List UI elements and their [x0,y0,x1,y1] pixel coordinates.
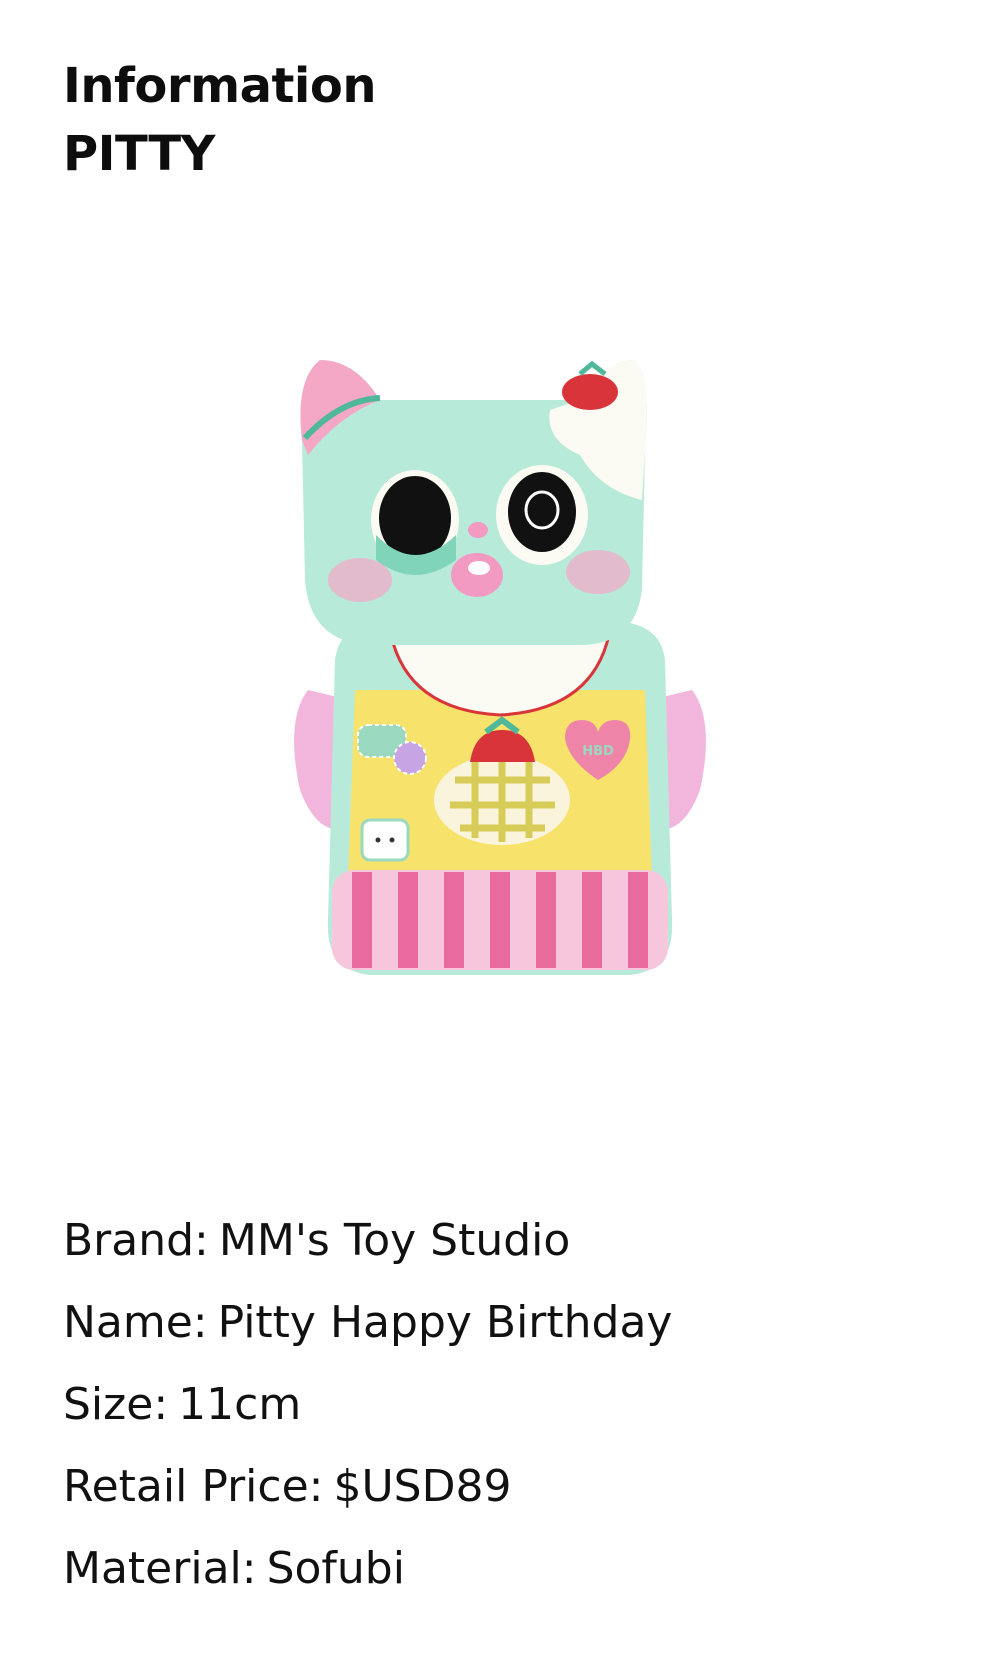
detail-value: MM's Toy Studio [218,1215,571,1266]
page-title: Information [63,58,377,114]
detail-retail-price: Retail Price: $USD89 [63,1446,672,1528]
product-details: Brand: MM's Toy Studio Name: Pitty Happy B… [63,1200,672,1610]
detail-value: 11cm [178,1379,302,1430]
detail-value: Pitty Happy Birthday [217,1297,673,1348]
detail-value: $USD89 [333,1461,512,1512]
detail-material: Material: Sofubi [63,1528,672,1610]
detail-label: Retail Price: [63,1461,324,1512]
pitty-figure-icon: HBD [294,360,706,975]
detail-label: Name: [63,1297,208,1348]
detail-label: Material: [63,1543,257,1594]
detail-label: Brand: [63,1215,209,1266]
detail-value: Sofubi [266,1543,405,1594]
product-image: HBD [280,360,720,1060]
hbd-badge: HBD [582,744,614,759]
page-subtitle: PITTY [63,126,215,182]
detail-name: Name: Pitty Happy Birthday [63,1282,672,1364]
info-header: Information PITTY [63,52,377,188]
detail-size: Size: 11cm [63,1364,672,1446]
detail-brand: Brand: MM's Toy Studio [63,1200,672,1282]
detail-label: Size: [63,1379,169,1430]
